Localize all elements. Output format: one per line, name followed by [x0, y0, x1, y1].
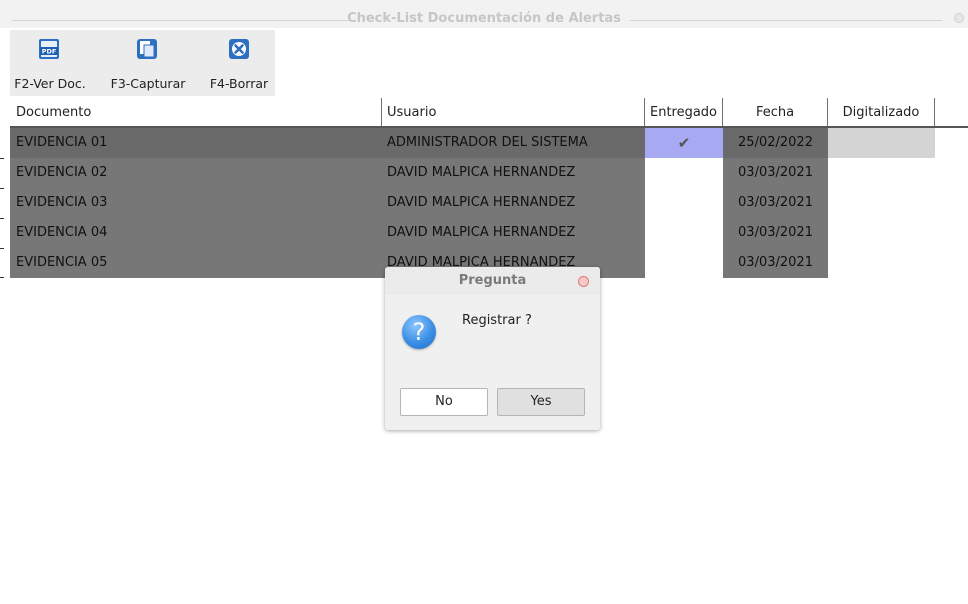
cell-documento[interactable]: EVIDENCIA 01: [10, 128, 382, 158]
cell-fecha[interactable]: 03/03/2021: [723, 158, 828, 188]
table-row[interactable]: EVIDENCIA 02 DAVID MALPICA HERNANDEZ 03/…: [10, 158, 968, 188]
window-close-icon[interactable]: [954, 13, 964, 23]
confirm-dialog: Pregunta ? Registrar ? No Yes: [385, 267, 600, 430]
view-document-button[interactable]: PDF F2-Ver Doc.: [10, 30, 90, 96]
cell-fecha[interactable]: 03/03/2021: [723, 188, 828, 218]
dialog-close-icon[interactable]: [578, 276, 589, 287]
delivered-check-icon[interactable]: ✔: [645, 128, 723, 158]
capture-label: F3-Capturar: [110, 76, 186, 91]
document-copy-icon: [137, 39, 157, 59]
cell-usuario[interactable]: ADMINISTRADOR DEL SISTEMA: [382, 128, 645, 158]
cell-entregado[interactable]: [645, 248, 723, 278]
column-header-documento[interactable]: Documento: [10, 98, 382, 128]
cell-documento[interactable]: EVIDENCIA 05: [10, 248, 382, 278]
cell-digitalizado[interactable]: [828, 158, 935, 188]
cell-fecha[interactable]: 25/02/2022: [723, 128, 828, 158]
cell-documento[interactable]: EVIDENCIA 03: [10, 188, 382, 218]
delete-label: F4-Borrar: [209, 76, 269, 91]
pdf-icon: PDF: [39, 39, 59, 59]
row-divider: [0, 218, 4, 219]
column-header-fecha[interactable]: Fecha: [723, 98, 828, 128]
window-title: Check-List Documentación de Alertas: [347, 11, 621, 26]
delete-button[interactable]: F4-Borrar: [206, 30, 272, 96]
delete-x-icon: [229, 39, 249, 59]
capture-button[interactable]: F3-Capturar: [106, 30, 190, 96]
cell-usuario[interactable]: DAVID MALPICA HERNANDEZ: [382, 218, 645, 248]
dialog-title: Pregunta: [385, 267, 600, 295]
cell-digitalizado[interactable]: [828, 188, 935, 218]
cell-digitalizado[interactable]: [828, 218, 935, 248]
view-document-label: F2-Ver Doc.: [14, 76, 86, 91]
cell-documento[interactable]: EVIDENCIA 04: [10, 218, 382, 248]
cell-digitalizado[interactable]: [828, 248, 935, 278]
table-row[interactable]: EVIDENCIA 03 DAVID MALPICA HERNANDEZ 03/…: [10, 188, 968, 218]
yes-button[interactable]: Yes: [497, 388, 585, 416]
row-divider: [0, 277, 4, 278]
column-header-usuario[interactable]: Usuario: [382, 98, 645, 128]
dialog-message: Registrar ?: [462, 313, 532, 328]
cell-entregado[interactable]: [645, 218, 723, 248]
row-divider: [0, 248, 4, 249]
cell-digitalizado[interactable]: [828, 128, 935, 158]
column-header-entregado[interactable]: Entregado: [645, 98, 723, 128]
cell-entregado[interactable]: [645, 158, 723, 188]
question-icon: ?: [402, 315, 436, 349]
window-titlebar: Check-List Documentación de Alertas: [0, 0, 968, 28]
row-divider: [0, 188, 4, 189]
titlebar-line-right: [630, 20, 942, 21]
cell-entregado[interactable]: [645, 188, 723, 218]
no-button[interactable]: No: [400, 388, 488, 416]
cell-usuario[interactable]: DAVID MALPICA HERNANDEZ: [382, 188, 645, 218]
cell-fecha[interactable]: 03/03/2021: [723, 218, 828, 248]
toolbar: PDF F2-Ver Doc. F3-Capturar F4-Borrar: [10, 30, 275, 96]
row-divider: [0, 158, 4, 159]
svg-text:PDF: PDF: [42, 48, 57, 56]
table-row[interactable]: EVIDENCIA 04 DAVID MALPICA HERNANDEZ 03/…: [10, 218, 968, 248]
table-row[interactable]: EVIDENCIA 01 ADMINISTRADOR DEL SISTEMA ✔…: [10, 128, 968, 158]
cell-documento[interactable]: EVIDENCIA 02: [10, 158, 382, 188]
cell-usuario[interactable]: DAVID MALPICA HERNANDEZ: [382, 158, 645, 188]
cell-fecha[interactable]: 03/03/2021: [723, 248, 828, 278]
column-header-digitalizado[interactable]: Digitalizado: [828, 98, 935, 128]
